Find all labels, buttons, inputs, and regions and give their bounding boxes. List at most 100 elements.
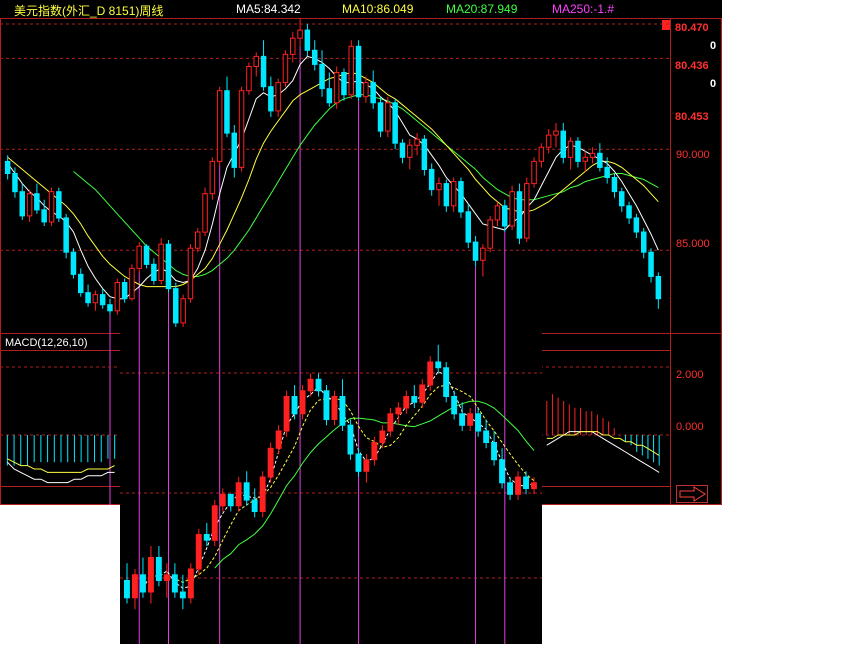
candle-up xyxy=(246,66,252,92)
candle-up xyxy=(180,298,186,324)
overlay-candle-down xyxy=(203,534,210,541)
candle-up xyxy=(92,294,99,304)
overlay-candle-down xyxy=(507,482,514,495)
overlay-candle-down xyxy=(323,390,330,421)
candle-down xyxy=(224,90,230,134)
candle-down xyxy=(399,142,406,158)
overlay-candle-down xyxy=(251,499,258,512)
candle-up xyxy=(524,183,530,239)
candle-up xyxy=(290,37,296,55)
candle-up xyxy=(567,140,574,158)
overlay-candle-down xyxy=(155,557,162,581)
right-arrow-icon xyxy=(679,486,706,502)
overlay-candle-up xyxy=(379,430,386,443)
candle-down xyxy=(4,160,11,174)
overlay-candle-up xyxy=(211,505,218,541)
candle-up xyxy=(202,193,208,233)
overlay-candle-up xyxy=(371,442,378,461)
candle-down xyxy=(151,263,157,281)
overlay-candle-up xyxy=(195,534,202,570)
overlay-candle-up xyxy=(515,476,522,495)
candle-down xyxy=(63,217,69,253)
candle-up xyxy=(494,205,501,221)
overlay-candle-up xyxy=(299,390,306,415)
candle-down xyxy=(78,273,84,294)
overlay-candle-up xyxy=(163,574,170,582)
candle-up xyxy=(209,160,216,195)
candle-up xyxy=(275,82,281,112)
candle-down xyxy=(597,152,603,168)
ma5-line xyxy=(7,55,659,300)
candle-up xyxy=(282,53,289,84)
price-marker xyxy=(662,20,670,30)
scroll-right-button[interactable] xyxy=(676,485,708,503)
candle-down xyxy=(443,183,450,207)
candle-up xyxy=(363,82,369,98)
candle-down xyxy=(326,88,333,104)
candle-down xyxy=(312,49,318,65)
overlay-candle-down xyxy=(475,413,482,432)
overlay-candle-up xyxy=(259,476,266,512)
candle-down xyxy=(575,140,581,162)
candle-up xyxy=(48,191,55,223)
candle-up xyxy=(348,45,354,96)
candle-down xyxy=(341,72,347,96)
candle-down xyxy=(611,177,618,193)
overlay-candle-down xyxy=(347,424,354,455)
overlay-candle-up xyxy=(331,396,338,420)
candle-up xyxy=(187,247,194,300)
overlay-candle-up xyxy=(187,568,194,599)
overlay-chart-svg xyxy=(120,333,542,644)
axis-third-value: 80.436 xyxy=(675,60,709,72)
candle-down xyxy=(465,211,471,243)
overlay-candle-up xyxy=(427,361,434,386)
candle-down xyxy=(304,29,311,51)
candle-up xyxy=(414,138,420,146)
overlay-candle-up xyxy=(267,447,274,478)
tick-85: 85.000 xyxy=(676,238,710,250)
candle-up xyxy=(297,29,303,39)
candle-up xyxy=(253,55,259,68)
candle-up xyxy=(589,152,596,158)
overlay-candle-down xyxy=(291,396,298,415)
candle-up xyxy=(407,144,413,158)
candle-down xyxy=(619,191,625,207)
candle-down xyxy=(19,191,25,217)
overlay-candle-up xyxy=(531,482,537,490)
overlay-candle-down xyxy=(227,493,234,507)
overlay-candle-down xyxy=(315,378,322,392)
overlay-panel xyxy=(120,333,542,644)
ma10-label: MA10:86.049 xyxy=(342,2,414,16)
candle-down xyxy=(472,241,479,261)
candle-down xyxy=(370,82,376,104)
overlay-candle-up xyxy=(275,430,282,449)
candle-down xyxy=(355,45,362,98)
candle-up xyxy=(582,156,588,162)
ma250-label: MA250:-1.# xyxy=(552,2,615,16)
overlay-candle-up xyxy=(395,407,402,415)
candle-down xyxy=(641,231,647,253)
overlay-candle-down xyxy=(523,476,530,489)
overlay-candle-up xyxy=(219,493,226,507)
overlay-candle-down xyxy=(483,430,490,443)
candle-up xyxy=(436,183,442,191)
overlay-candle-up xyxy=(387,413,394,432)
header-bar: 美元指数(外汇_D 8151)周线 MA5:84.342 MA10:86.049… xyxy=(0,0,722,18)
candle-down xyxy=(428,168,435,191)
candle-up xyxy=(385,102,391,132)
candle-up xyxy=(26,193,33,217)
axis-second-value: 0 xyxy=(710,40,717,52)
candle-down xyxy=(56,191,62,219)
candle-down xyxy=(268,86,274,112)
overlay-candle-down xyxy=(411,396,418,403)
candle-up xyxy=(480,247,486,261)
macd-label: MACD(12,26,10) xyxy=(5,337,88,349)
candle-down xyxy=(626,205,632,219)
overlay-candle-down xyxy=(355,453,362,472)
candle-down xyxy=(502,205,508,227)
candle-up xyxy=(238,90,245,168)
tick-90: 90.000 xyxy=(676,149,710,161)
overlay-candle-up xyxy=(467,413,474,426)
overlay-candle-up xyxy=(403,396,410,409)
candle-up xyxy=(545,134,552,148)
